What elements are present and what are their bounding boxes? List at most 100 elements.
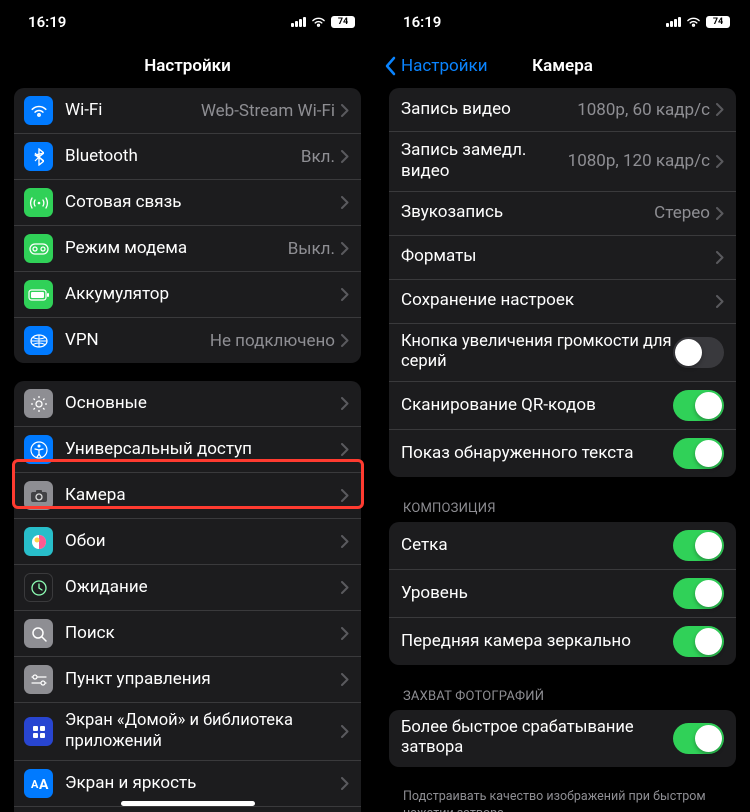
row-label: Передняя камера зеркально bbox=[401, 631, 673, 652]
svg-text:A: A bbox=[39, 777, 49, 791]
cellular-signal-icon bbox=[291, 17, 306, 27]
row-label: Сетка bbox=[401, 535, 673, 556]
wifi-icon bbox=[24, 96, 53, 125]
row-label: Форматы bbox=[401, 246, 716, 267]
stb-icon bbox=[24, 573, 53, 602]
row-label: Сохранение настроек bbox=[401, 290, 716, 311]
settings-row-acc[interactable]: Универсальный доступ bbox=[14, 427, 361, 473]
camera-row[interactable]: Показ обнаруженного текста bbox=[389, 430, 736, 477]
chevron-right-icon bbox=[341, 777, 349, 790]
chevron-right-icon bbox=[341, 104, 349, 117]
settings-scroll[interactable]: Wi-FiWeb-Stream Wi-FiBluetoothВкл.Сотова… bbox=[0, 88, 375, 812]
row-label: Аккумулятор bbox=[65, 284, 341, 305]
row-label: Кнопка увеличения громкости для серий bbox=[401, 332, 673, 373]
camera-settings-scroll[interactable]: Запись видео1080p, 60 кадр/сЗапись замед… bbox=[375, 88, 750, 812]
chevron-right-icon bbox=[341, 673, 349, 686]
bat-icon bbox=[24, 280, 53, 309]
section-header-composition: КОМПОЗИЦИЯ bbox=[389, 495, 736, 522]
toggle-switch[interactable] bbox=[673, 337, 724, 368]
chevron-right-icon bbox=[716, 207, 724, 220]
cellular-signal-icon bbox=[666, 17, 681, 27]
row-label: Экран «Домой» и библиотека приложений bbox=[65, 711, 341, 752]
back-button[interactable]: Настройки bbox=[385, 56, 488, 76]
row-value: Выкл. bbox=[288, 239, 335, 259]
camera-row[interactable]: Уровень bbox=[389, 570, 736, 618]
chevron-right-icon bbox=[341, 581, 349, 594]
nav-header: Настройки Камера bbox=[375, 44, 750, 88]
wifi-icon bbox=[311, 16, 326, 28]
camera-row[interactable]: Запись видео1080p, 60 кадр/с bbox=[389, 88, 736, 132]
home-indicator[interactable] bbox=[121, 801, 255, 806]
row-label: Запись видео bbox=[401, 99, 577, 120]
section-header-capture: ЗАХВАТ ФОТОГРАФИЙ bbox=[389, 683, 736, 710]
row-label: Экран и яркость bbox=[65, 773, 341, 794]
bt-icon bbox=[24, 142, 53, 171]
camera-row[interactable]: Кнопка увеличения громкости для серий bbox=[389, 324, 736, 382]
settings-row-gen[interactable]: Основные bbox=[14, 381, 361, 427]
row-value: 1080p, 60 кадр/с bbox=[577, 100, 710, 120]
row-value: Web-Stream Wi-Fi bbox=[201, 101, 335, 121]
settings-row-cell[interactable]: Сотовая связь bbox=[14, 180, 361, 226]
chevron-right-icon bbox=[716, 251, 724, 264]
battery-indicator: 74 bbox=[706, 16, 730, 28]
back-label: Настройки bbox=[401, 56, 488, 76]
settings-row-vpn[interactable]: VPNНе подключено bbox=[14, 318, 361, 363]
chevron-right-icon bbox=[341, 489, 349, 502]
camera-row[interactable]: ЗвукозаписьСтерео bbox=[389, 192, 736, 236]
chevron-right-icon bbox=[716, 103, 724, 116]
row-label: Универсальный доступ bbox=[65, 439, 341, 460]
camera-row[interactable]: Более быстрое срабатывание затвора bbox=[389, 710, 736, 767]
camera-row[interactable]: Сетка bbox=[389, 522, 736, 570]
camera-row[interactable]: Передняя камера зеркально bbox=[389, 618, 736, 665]
sea-icon bbox=[24, 619, 53, 648]
cam-icon bbox=[24, 481, 53, 510]
camera-group-capture: Более быстрое срабатывание затвора bbox=[389, 710, 736, 767]
status-indicators: 74 bbox=[666, 16, 730, 28]
phone-right-camera: 16:19 74 Настройки Камера Запись видео10… bbox=[375, 0, 750, 812]
row-label: Поиск bbox=[65, 623, 341, 644]
toggle-switch[interactable] bbox=[673, 723, 724, 754]
row-label: Показ обнаруженного текста bbox=[401, 443, 673, 464]
toggle-switch[interactable] bbox=[673, 390, 724, 421]
settings-row-wall[interactable]: Обои bbox=[14, 519, 361, 565]
status-time: 16:19 bbox=[28, 13, 66, 31]
nav-header: Настройки bbox=[0, 44, 375, 88]
camera-row[interactable]: Сканирование QR-кодов bbox=[389, 382, 736, 430]
page-title: Настройки bbox=[144, 56, 231, 76]
settings-row-cc[interactable]: Пункт управления bbox=[14, 657, 361, 703]
cc-icon bbox=[24, 665, 53, 694]
settings-row-stb[interactable]: Ожидание bbox=[14, 565, 361, 611]
chevron-right-icon bbox=[716, 295, 724, 308]
wifi-icon bbox=[686, 16, 701, 28]
toggle-switch[interactable] bbox=[673, 438, 724, 469]
gen-icon bbox=[24, 389, 53, 418]
bri-icon: AA bbox=[24, 769, 53, 798]
cell-icon bbox=[24, 188, 53, 217]
settings-row-bat[interactable]: Аккумулятор bbox=[14, 272, 361, 318]
row-label: Более быстрое срабатывание затвора bbox=[401, 718, 673, 759]
row-label: Ожидание bbox=[65, 577, 341, 598]
row-label: Уровень bbox=[401, 583, 673, 604]
phone-left-settings: 16:19 74 Настройки Wi-FiWeb-Stream Wi-Fi… bbox=[0, 0, 375, 812]
chevron-right-icon bbox=[341, 196, 349, 209]
settings-row-bt[interactable]: BluetoothВкл. bbox=[14, 134, 361, 180]
toggle-switch[interactable] bbox=[673, 578, 724, 609]
chevron-right-icon bbox=[341, 242, 349, 255]
camera-row[interactable]: Запись замедл. видео1080p, 120 кадр/с bbox=[389, 132, 736, 192]
page-title: Камера bbox=[532, 56, 593, 76]
settings-row-cam[interactable]: Камера bbox=[14, 473, 361, 519]
settings-group-connectivity: Wi-FiWeb-Stream Wi-FiBluetoothВкл.Сотова… bbox=[14, 88, 361, 363]
settings-row-wifi[interactable]: Wi-FiWeb-Stream Wi-Fi bbox=[14, 88, 361, 134]
camera-row[interactable]: Форматы bbox=[389, 236, 736, 280]
settings-row-home[interactable]: Экран «Домой» и библиотека приложений bbox=[14, 703, 361, 761]
toggle-switch[interactable] bbox=[673, 530, 724, 561]
camera-row[interactable]: Сохранение настроек bbox=[389, 280, 736, 324]
settings-row-sea[interactable]: Поиск bbox=[14, 611, 361, 657]
settings-row-hot[interactable]: Режим модемаВыкл. bbox=[14, 226, 361, 272]
wall-icon bbox=[24, 527, 53, 556]
status-time: 16:19 bbox=[403, 13, 441, 31]
footer-note-shutter: Подстраивать качество изображений при бы… bbox=[389, 785, 736, 812]
chevron-right-icon bbox=[341, 627, 349, 640]
settings-row-siri[interactable]: Siri bbox=[14, 807, 361, 812]
toggle-switch[interactable] bbox=[673, 626, 724, 657]
